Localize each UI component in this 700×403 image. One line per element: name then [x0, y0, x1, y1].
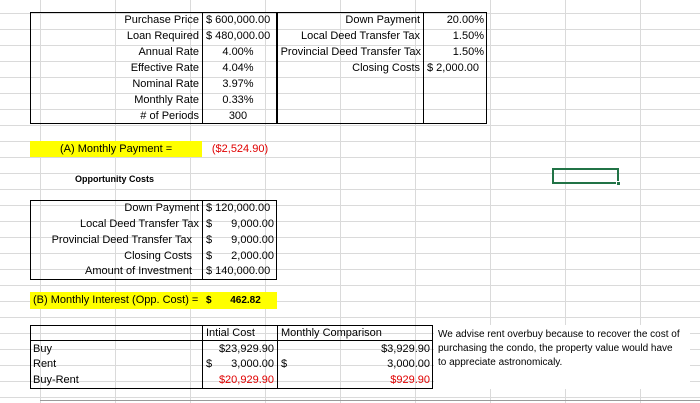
nominal-rate-value[interactable]: 3.97% [203, 77, 273, 92]
comparison-monthly-header: Monthly Comparison [278, 326, 433, 341]
fee-down-payment-value[interactable]: 20.00% [424, 13, 487, 28]
opp-local-tax-amount: 9,000.00 [231, 217, 274, 232]
comparison-initial-header: Intial Cost [203, 326, 277, 341]
fill-handle[interactable] [616, 181, 621, 186]
comparison-diff-monthly[interactable]: $929.90 [278, 373, 433, 388]
opp-local-tax-value[interactable]: $9,000.00 [203, 217, 277, 232]
comparison-rent-initial-currency: $ [206, 357, 212, 372]
opp-provincial-tax-label: Provincial Deed Transfer Tax [30, 233, 202, 248]
fee-closing-costs-label: Closing Costs [277, 61, 423, 76]
comparison-buy-monthly[interactable]: $3,929.90 [278, 342, 433, 357]
loan-required-value[interactable]: $ 480,000.00 [203, 29, 277, 44]
monthly-rate-value[interactable]: 0.33% [203, 93, 273, 108]
nominal-rate-label: Nominal Rate [30, 77, 202, 92]
fee-closing-costs-value[interactable]: $ 2,000.00 [424, 61, 487, 76]
opp-down-payment-value[interactable]: $ 120,000.00 [203, 201, 277, 216]
comparison-buy-initial[interactable]: $23,929.90 [203, 342, 277, 357]
purchase-price-value[interactable]: $ 600,000.00 [203, 13, 277, 28]
comparison-rent-monthly-amount: 3,000.00 [387, 357, 430, 372]
periods-label: # of Periods [30, 109, 202, 124]
monthly-payment-value[interactable]: ($2,524.90) [203, 141, 277, 157]
opp-investment-value[interactable]: $ 140,000.00 [203, 264, 277, 279]
monthly-interest-label: (B) Monthly Interest (Opp. Cost) = [30, 292, 202, 309]
comparison-rent-label: Rent [30, 357, 202, 372]
opp-provincial-tax-value[interactable]: $9,000.00 [203, 233, 277, 248]
opp-closing-costs-value[interactable]: $2,000.00 [203, 249, 277, 264]
opp-closing-costs-amount: 2,000.00 [231, 249, 274, 264]
opp-local-tax-label: Local Deed Transfer Tax [30, 217, 202, 232]
opp-closing-costs-label: Closing Costs [30, 249, 202, 264]
monthly-payment-label: (A) Monthly Payment = [30, 141, 202, 157]
fee-down-payment-label: Down Payment [277, 13, 423, 28]
comparison-rent-monthly[interactable]: $3,000.00 [278, 357, 433, 372]
opp-down-payment-label: Down Payment [30, 201, 202, 216]
opp-investment-label: Amount of Investment [30, 264, 202, 279]
fee-provincial-tax-label: Provincial Deed Transfer Tax [277, 45, 423, 60]
comparison-diff-label: Buy-Rent [30, 373, 202, 388]
comparison-buy-label: Buy [30, 342, 202, 357]
monthly-interest-value[interactable]: 462.82 [214, 292, 277, 309]
comparison-rent-monthly-currency: $ [281, 357, 287, 372]
comparison-diff-initial[interactable]: $20,929.90 [203, 373, 277, 388]
fee-provincial-tax-value[interactable]: 1.50% [424, 45, 487, 60]
purchase-price-label: Purchase Price [30, 13, 202, 28]
recommendation-note: We advise rent overbuy because to recove… [438, 328, 683, 370]
loan-required-label: Loan Required [30, 29, 202, 44]
fee-local-tax-value[interactable]: 1.50% [424, 29, 487, 44]
bottom-rule [40, 400, 700, 401]
opp-local-tax-currency: $ [206, 217, 212, 232]
fee-local-tax-label: Local Deed Transfer Tax [277, 29, 423, 44]
comparison-rent-initial[interactable]: $3,000.00 [203, 357, 277, 372]
opp-closing-costs-currency: $ [206, 249, 212, 264]
effective-rate-value[interactable]: 4.04% [203, 61, 273, 76]
opp-provincial-tax-currency: $ [206, 233, 212, 248]
annual-rate-value[interactable]: 4.00% [203, 45, 273, 60]
monthly-interest-currency: $ [202, 292, 214, 309]
annual-rate-label: Annual Rate [30, 45, 202, 60]
opportunity-costs-heading: Opportunity Costs [75, 172, 205, 187]
monthly-rate-label: Monthly Rate [30, 93, 202, 108]
selected-cell[interactable] [552, 168, 619, 184]
periods-value[interactable]: 300 [203, 109, 273, 124]
effective-rate-label: Effective Rate [30, 61, 202, 76]
comparison-rent-initial-amount: 3,000.00 [231, 357, 274, 372]
opp-provincial-tax-amount: 9,000.00 [231, 233, 274, 248]
